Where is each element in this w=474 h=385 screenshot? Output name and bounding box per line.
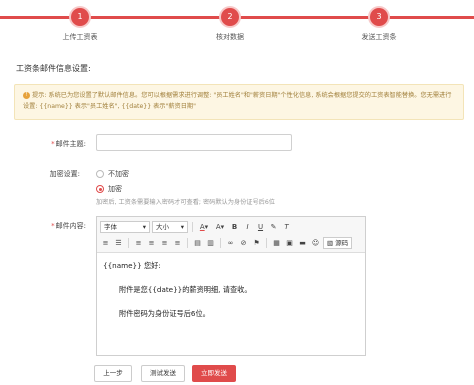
radio-circle[interactable] [96,170,104,178]
radio-no-encrypt[interactable]: 不加密 [96,169,129,179]
toolbar-divider [128,238,129,248]
link-icon[interactable]: ∞ [225,238,236,249]
clear-format-icon[interactable]: T [281,222,292,233]
info-icon: ! [23,91,30,99]
emoji-icon[interactable]: ☺ [310,238,321,249]
toolbar-divider [220,238,221,248]
toolbar-divider [187,238,188,248]
radio-circle-checked[interactable] [96,185,104,193]
content-line-1: 附件是您{{date}}的薪资明细, 请查收。 [119,285,252,294]
encrypt-label: 加密设置: [49,170,80,178]
toolbar-divider [266,238,267,248]
source-icon: ▧ [327,239,334,247]
paste-text-icon[interactable]: ▥ [205,238,216,249]
step-1-label: 上传工资表 [62,33,98,41]
unlink-icon[interactable]: ⊘ [238,238,249,249]
rich-text-editor[interactable]: 字体 ▾ 大小 ▾ A▾ A▾ B I U ✎ T ≡ ☰ ≡ ≡ ≡ ≡ ▤ ▥ … [96,216,366,356]
step-3-label: 发送工资条 [361,33,397,41]
font-family-select[interactable]: 字体 ▾ [100,221,150,233]
step-2-circle: 2 [221,8,239,26]
greeting-line: {{name}} 您好: [103,261,161,270]
paste-icon[interactable]: ▤ [192,238,203,249]
step-1-circle: 1 [71,8,89,26]
align-left-icon[interactable]: ≡ [133,238,144,249]
italic-icon[interactable]: I [242,222,253,233]
content-label: *邮件内容: [51,222,86,230]
align-justify-icon[interactable]: ≡ [172,238,183,249]
prev-button[interactable]: 上一步 [94,365,132,382]
radio-encrypt[interactable]: 加密 [96,184,122,194]
underline-icon[interactable]: U [255,222,266,233]
section-title: 工资条邮件信息设置: [16,64,91,73]
font-size-select[interactable]: 大小 ▾ [152,221,188,233]
test-send-button[interactable]: 测试发送 [141,365,185,382]
radio-label: 加密 [108,185,122,193]
radio-label: 不加密 [108,170,129,178]
progress-stepper: 1 上传工资表 2 核对数据 3 发送工资条 [0,0,474,48]
table-icon[interactable]: ▦ [271,238,282,249]
step-2-label: 核对数据 [216,33,244,41]
notice-box: ! 提示: 系统已为您设置了默认邮件信息。您可以根据需求进行调整: "员工姓名"和… [14,84,464,120]
align-right-icon[interactable]: ≡ [159,238,170,249]
ordered-list-icon[interactable]: ≡ [100,238,111,249]
hr-icon[interactable]: ▬ [297,238,308,249]
editor-content[interactable]: {{name}} 您好: 附件是您{{date}}的薪资明细, 请查收。 附件密… [97,253,365,341]
source-button[interactable]: ▧ 源码 [323,237,353,249]
format-painter-icon[interactable]: ✎ [268,222,279,233]
content-line-2: 附件密码为身份证号后6位。 [119,309,210,318]
editor-toolbar: 字体 ▾ 大小 ▾ A▾ A▾ B I U ✎ T ≡ ☰ ≡ ≡ ≡ ≡ ▤ ▥ … [97,217,365,253]
highlight-icon[interactable]: A▾ [213,222,227,233]
bold-icon[interactable]: B [229,222,240,233]
unordered-list-icon[interactable]: ☰ [113,238,124,249]
subject-input[interactable] [96,134,292,151]
toolbar-divider [192,222,193,232]
image-icon[interactable]: ▣ [284,238,295,249]
subject-label: *邮件主题: [51,140,86,148]
font-color-icon[interactable]: A▾ [197,222,211,233]
step-3-circle: 3 [370,8,388,26]
send-now-button[interactable]: 立即发送 [192,365,236,382]
notice-text: 提示: 系统已为您设置了默认邮件信息。您可以根据需求进行调整: "员工姓名"和"… [23,92,452,110]
password-hint: 加密后, 工资条需要输入密码才可查看; 密码默认为身份证号后6位 [96,199,275,206]
align-center-icon[interactable]: ≡ [146,238,157,249]
anchor-icon[interactable]: ⚑ [251,238,262,249]
